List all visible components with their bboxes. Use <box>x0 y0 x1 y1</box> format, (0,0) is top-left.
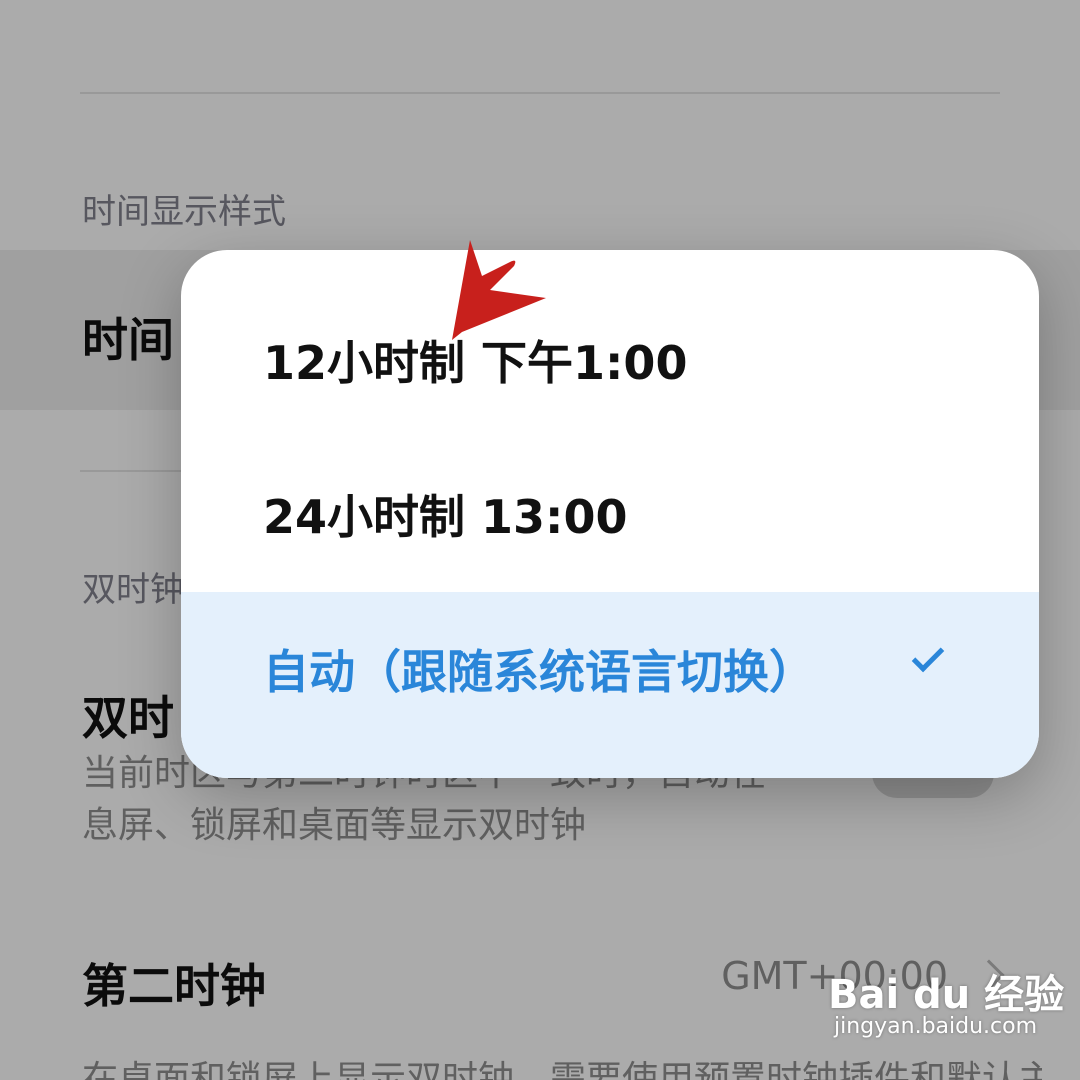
check-icon <box>911 639 945 673</box>
option-auto-label: 自动（跟随系统语言切换） <box>263 645 815 699</box>
time-format-dialog: 12小时制 下午1:00 24小时制 13:00 自动（跟随系统语言切换） <box>181 250 1039 778</box>
red-arrow-annotation-icon <box>452 240 546 340</box>
watermark-brand: Bai du 经验 <box>828 972 1065 1018</box>
watermark-url: jingyan.baidu.com <box>834 1014 1038 1039</box>
option-24-hour-label: 24小时制 13:00 <box>263 490 628 544</box>
option-auto[interactable]: 自动（跟随系统语言切换） <box>181 592 1039 778</box>
option-24-hour[interactable]: 24小时制 13:00 <box>181 442 1039 592</box>
baidu-jingyan-watermark: Bai du 经验 jingyan.baidu.com <box>828 962 1064 1042</box>
option-12-hour[interactable]: 12小时制 下午1:00 <box>181 288 1039 438</box>
